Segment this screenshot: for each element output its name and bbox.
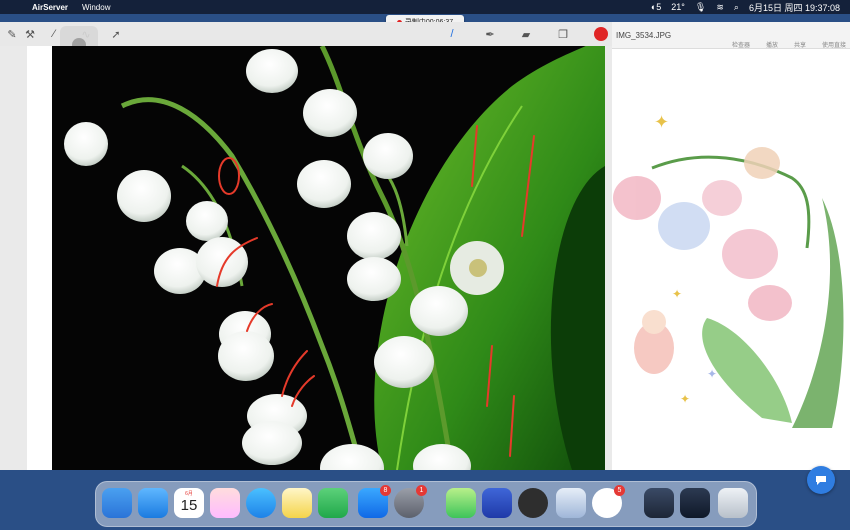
svg-text:✦: ✦ (680, 392, 690, 406)
app-store-icon[interactable]: 8 (358, 485, 391, 518)
safari-icon[interactable] (246, 488, 276, 518)
settings-icon[interactable]: 1 (394, 485, 427, 518)
finder-icon[interactable] (102, 488, 132, 518)
svg-text:✦: ✦ (707, 367, 717, 381)
preview-app-icon[interactable] (556, 488, 586, 518)
eraser-icon[interactable]: ▰ (518, 26, 534, 42)
notes-icon[interactable] (282, 488, 312, 518)
svg-text:✦: ✦ (672, 287, 682, 301)
screen-icon[interactable] (680, 488, 710, 518)
marker-icon[interactable]: ✒ (482, 26, 498, 42)
launchpad-icon[interactable] (210, 488, 240, 518)
calendar-day: 15 (180, 497, 198, 514)
pencil-icon[interactable]: / (444, 26, 460, 42)
lily-watercolor-image: ✦ ✦ ✦ ✦ (613, 112, 844, 428)
menu-bar: AirServer Window ◐5 21° 🎙 ≋ ⌕ 6月15日 周四 1… (0, 0, 850, 14)
battery-icon[interactable]: ◐5 (651, 2, 661, 12)
wrench-icon[interactable]: ✎ (4, 26, 20, 42)
color-picker-button[interactable] (594, 27, 608, 41)
gallery-icon[interactable] (644, 488, 674, 518)
layers-app-icon[interactable] (482, 488, 512, 518)
screenium-icon[interactable]: 5 (592, 485, 625, 518)
leaf-app-icon[interactable] (446, 488, 476, 518)
svg-text:✦: ✦ (654, 112, 669, 133)
airserver-icon[interactable] (518, 488, 548, 518)
settings-badge: 1 (416, 485, 427, 496)
temperature: 21° (671, 2, 685, 12)
search-icon[interactable]: ⌕ (734, 2, 739, 13)
window-menu[interactable]: Window (82, 3, 110, 12)
preview-window: IMG_3534.JPG 检查器 播放 共享 使用直接 ✦ ✦ ✦ ✦ (612, 22, 850, 470)
chat-icon (816, 476, 826, 485)
calendar-icon[interactable]: 6月 15 (174, 488, 204, 518)
numbers-icon[interactable] (318, 488, 348, 518)
chat-button[interactable] (807, 466, 835, 494)
app-store-badge: 8 (380, 485, 391, 496)
screenium-badge: 5 (614, 485, 625, 496)
wrench-icon[interactable]: ⚒ (22, 26, 38, 42)
markup-window: ✎ ⚒ ⁄ ∿ ➚ / ✒ ▰ ❐ (0, 22, 612, 470)
preview-toolbar: IMG_3534.JPG 检查器 播放 共享 使用直接 (612, 22, 850, 49)
microphone-icon[interactable]: 🎙 (695, 2, 706, 13)
mail-icon[interactable] (138, 488, 168, 518)
datetime[interactable]: 6月15日 周四 19:37:08 (749, 1, 840, 14)
layers-icon[interactable]: ❐ (555, 26, 571, 42)
preview-filename: IMG_3534.JPG (616, 31, 672, 40)
dock: 6月 15 8 1 5 (95, 481, 757, 527)
battery-label: 5 (656, 2, 662, 12)
calendar-month: 6月 (185, 491, 193, 497)
app-menu[interactable]: AirServer (32, 3, 68, 12)
trash-icon[interactable] (718, 488, 748, 518)
arrow-icon[interactable]: ➚ (108, 26, 124, 42)
wifi-icon[interactable]: ≋ (716, 2, 724, 13)
canvas[interactable] (27, 46, 605, 470)
flower-photo[interactable] (52, 46, 605, 470)
lily-of-valley-illustration (64, 46, 605, 470)
